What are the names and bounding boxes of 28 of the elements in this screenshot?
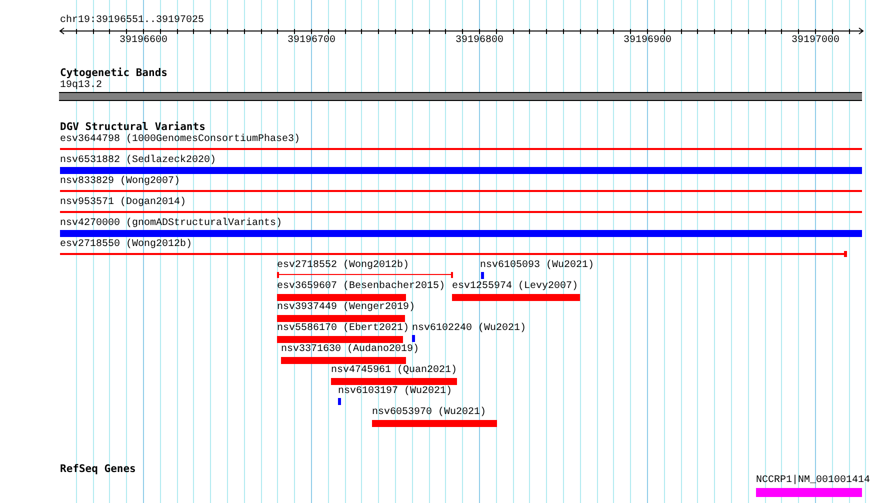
- variant-label: nsv3371630 (Audano2019): [281, 344, 420, 356]
- gene-label: NCCRP1|NM_001001414: [756, 475, 870, 487]
- variant-label: esv3644798 (1000GenomesConsortiumPhase3): [60, 134, 300, 146]
- variant-label: nsv4745961 (Quan2021): [331, 365, 458, 377]
- variant-label: nsv6105093 (Wu2021): [480, 260, 594, 272]
- track-title: RefSeq Genes: [60, 463, 136, 475]
- variant-label: nsv6053970 (Wu2021): [372, 407, 486, 419]
- tick-label: 39196800: [456, 35, 504, 47]
- tick-label: 39196700: [288, 35, 336, 47]
- variant-label: nsv6531882 (Sedlazeck2020): [60, 155, 216, 167]
- variant-label: nsv5586170 (Ebert2021): [277, 323, 410, 335]
- variant-label: esv2718550 (Wong2012b): [60, 239, 192, 251]
- variant-label: nsv833829 (Wong2007): [60, 176, 180, 188]
- variant-label: esv2718552 (Wong2012b): [277, 260, 410, 272]
- tick-label: 39196900: [624, 35, 672, 47]
- track-title: DGV Structural Variants: [60, 121, 206, 133]
- variant-label: nsv6102240 (Wu2021): [412, 323, 526, 335]
- tick-label: 39196600: [120, 35, 168, 47]
- track-title: Cytogenetic Bands: [60, 67, 168, 79]
- variant-label: nsv3937449 (Wenger2019): [277, 302, 416, 314]
- variant-label: esv3659607 (Besenbacher2015): [277, 281, 446, 293]
- band-label: 19q13.2: [60, 80, 102, 92]
- tick-label: 39197000: [792, 35, 840, 47]
- variant-label: nsv953571 (Dogan2014): [60, 197, 186, 209]
- variant-label: nsv6103197 (Wu2021): [338, 386, 452, 398]
- variant-label: esv1255974 (Levy2007): [452, 281, 578, 293]
- variant-label: nsv4270000 (gnomADStructuralVariants): [60, 218, 282, 230]
- region-label: chr19:39196551..39197025: [60, 15, 204, 27]
